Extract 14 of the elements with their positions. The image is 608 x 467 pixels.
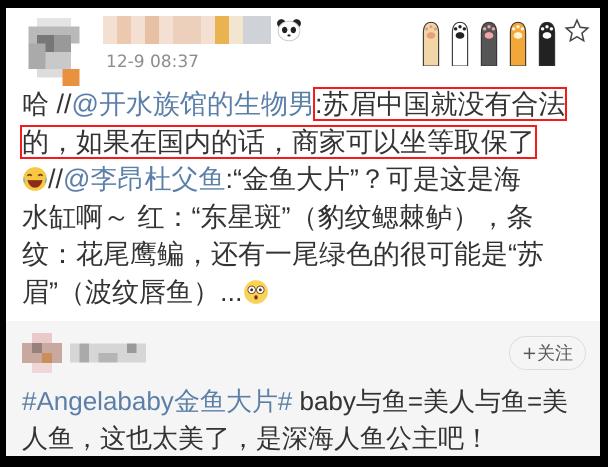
mention-link[interactable]: @开水族馆的生物男: [72, 89, 315, 119]
panda-icon: [276, 18, 302, 42]
post-time: 12-9 08:37: [106, 52, 200, 72]
laughing-emoji-icon: [22, 166, 48, 192]
post-text: 哈 //@开水族馆的生物男:苏眉中国就没有合法 的，如果在国内的话，商家可以坐等取保了 //@李昂杜父鱼:“金鱼大片”？可是这是海 水缸啊～ 红：“东星斑”（豹纹鳃棘鲈），条 纹：花尾鹰鳊，还有一尾绿色的很可能是“苏 眉”（波纹唇鱼）...: [22, 88, 566, 308]
star-icon[interactable]: [564, 18, 590, 44]
blurred-avatar: [22, 333, 62, 373]
surprised-emoji-icon: [242, 278, 268, 304]
mention-link[interactable]: @李昂杜父鱼: [63, 164, 226, 194]
follow-button[interactable]: +关注: [508, 336, 586, 370]
highlighted-text: 的，如果在国内的话，商家可以坐等取保了: [22, 126, 535, 156]
repost-text: #Angelababy金鱼大片# baby与鱼=美人与鱼=美 人鱼，这也太美了，是深海人鱼公主吧！: [22, 385, 570, 455]
highlighted-text: :苏眉中国就没有合法: [314, 89, 566, 119]
hashtag-link[interactable]: #Angelababy金鱼大片#: [22, 386, 292, 416]
